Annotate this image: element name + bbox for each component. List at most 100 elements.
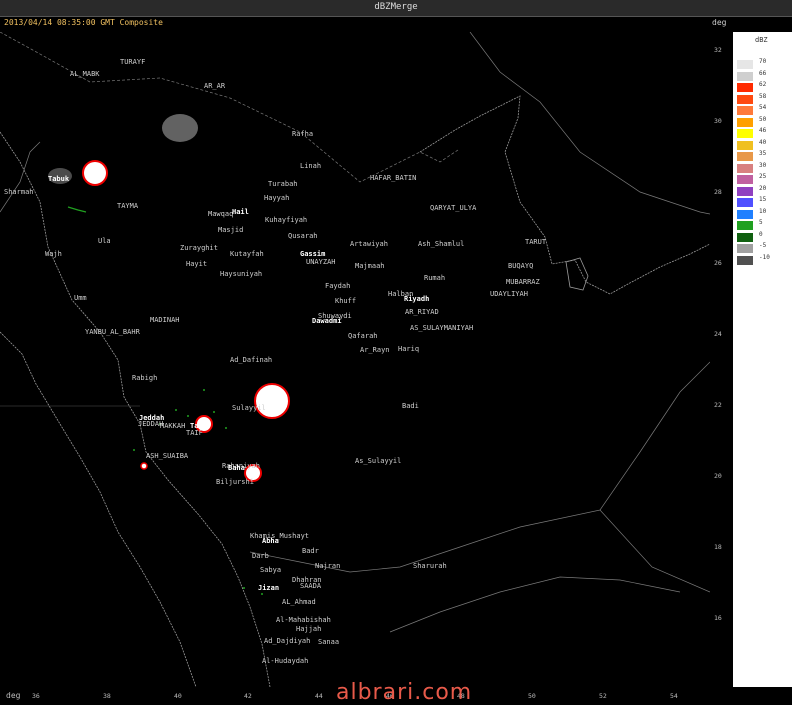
city-label: AR_AR [204, 82, 226, 90]
radar-ring-suaiba [140, 462, 148, 470]
radar-echo-north [162, 114, 198, 142]
city-label: Majmaah [355, 262, 385, 270]
legend-swatch [737, 140, 753, 150]
city-label: MADINAH [150, 316, 180, 324]
city-label: Qusarah [288, 232, 318, 240]
radar-ring-sulayyil [254, 383, 290, 419]
city-label: Jizan [258, 584, 280, 592]
legend-label: 0 [759, 230, 763, 238]
legend-swatch [737, 106, 753, 115]
city-label: Zurayghit [180, 244, 218, 252]
legend-label: 66 [759, 69, 767, 77]
city-label: Qafarah [348, 332, 378, 340]
uae-border [599, 361, 710, 511]
legend-title: dBZ [755, 36, 768, 44]
city-label: UNAYZAH [306, 258, 336, 266]
legend-swatch [737, 209, 753, 219]
city-label: Khamis_Mushayt [250, 532, 310, 540]
legend-label: 15 [759, 196, 767, 203]
city-label: MUBARRAZ [506, 278, 540, 286]
lon-tick: 42 [244, 692, 252, 700]
city-label: Haysuniyah [220, 270, 263, 278]
map-outlines [0, 32, 710, 687]
city-label: Wajh [45, 250, 62, 258]
city-label: Rabigh [132, 374, 158, 382]
legend-swatch [737, 83, 753, 92]
city-label: Sharmah [4, 188, 34, 196]
axis-unit-label: deg [712, 18, 727, 27]
city-label: Rumah [424, 274, 446, 282]
city-label: As_Sulayyil [355, 457, 402, 465]
city-label: Ar_Rayn [360, 346, 390, 354]
legend-label: 25 [759, 173, 767, 180]
city-label: Darb [252, 552, 269, 560]
city-label: TAIF [186, 429, 203, 437]
city-label: Mawqaq [208, 210, 234, 218]
city-label: YANBU_AL_BAHR [85, 328, 140, 336]
lat-tick: 18 [714, 543, 722, 551]
legend-label: 54 [759, 104, 767, 111]
city-label: Abha [262, 537, 279, 545]
city-label: Ad_Dajdiyah [264, 637, 311, 645]
radar-map[interactable]: AL_MABK TURAYF AR_AR Rafha Tabuk Linah T… [0, 32, 710, 687]
legend-swatch [737, 221, 753, 230]
city-label: SAADA [300, 582, 322, 590]
city-label: Hail [232, 208, 249, 216]
city-label: Hariq [398, 345, 420, 353]
bottom-axis-unit: deg [6, 691, 21, 700]
legend-swatch [737, 129, 753, 138]
city-label: Ash_Shamlul [418, 240, 465, 248]
legend-swatch [737, 175, 753, 184]
lon-tick: 54 [670, 692, 678, 700]
city-label: Masjid [218, 226, 244, 234]
city-label: Al-Hudaydah [262, 657, 309, 665]
legend-swatch [737, 94, 753, 104]
city-label: AR_RIYAD [405, 308, 439, 316]
gulf-coast [419, 95, 710, 295]
yemen-coast [389, 576, 681, 633]
city-label: Kuhayfiyah [265, 216, 308, 224]
jordan-border [0, 141, 41, 213]
lat-tick: 30 [714, 117, 722, 125]
city-label: AS_SULAYMANIYAH [410, 324, 474, 332]
lon-tick: 36 [32, 692, 40, 700]
lat-tick: 20 [714, 472, 722, 480]
city-label: HAFAR_BATIN [370, 174, 417, 182]
legend-swatch [737, 244, 753, 253]
northern-border [0, 32, 459, 183]
legend-label: 30 [759, 161, 767, 169]
legend-label: 10 [759, 207, 767, 215]
legend-label: 20 [759, 184, 767, 192]
city-label: Al-Mahabishah [276, 616, 331, 624]
legend-swatch [737, 186, 753, 196]
legend-label: -5 [759, 242, 767, 249]
city-label: Linah [300, 162, 322, 170]
city-label: Faydah [325, 282, 351, 290]
legend-swatch [737, 152, 753, 161]
city-label: Dawadmi [312, 317, 342, 325]
city-label: AL_Ahmad [282, 598, 316, 606]
legend-swatch [737, 232, 753, 242]
city-label: QARYAT_ULYA [430, 204, 477, 212]
legend-label: 46 [759, 127, 767, 134]
color-legend: dBZ 70 66 62 58 54 50 46 40 35 30 25 20 15 10 5 0 -5 -10 [733, 32, 792, 687]
city-label: Baha [228, 464, 245, 472]
legend-label: -10 [759, 253, 770, 261]
city-label: Hayyah [264, 194, 290, 202]
city-label: Umm [74, 294, 87, 302]
latitude-axis: 32 30 28 26 24 22 20 18 16 [710, 32, 732, 687]
city-label: Ad_Dafinah [230, 356, 273, 364]
iran-coast [469, 32, 710, 215]
lat-tick: 16 [714, 614, 722, 622]
city-label: AL_MABK [70, 70, 100, 78]
radar-echo-green [67, 206, 87, 213]
legend-label: 35 [759, 150, 767, 157]
legend-swatch [737, 60, 753, 69]
city-label: BUQAYQ [508, 262, 534, 270]
qatar-outline [565, 257, 589, 291]
legend-label: 40 [759, 138, 767, 146]
legend-label: 50 [759, 115, 767, 123]
watermark: albrari.com [336, 680, 473, 705]
city-label: Sabya [260, 566, 282, 574]
city-label: Sanaa [318, 638, 340, 646]
